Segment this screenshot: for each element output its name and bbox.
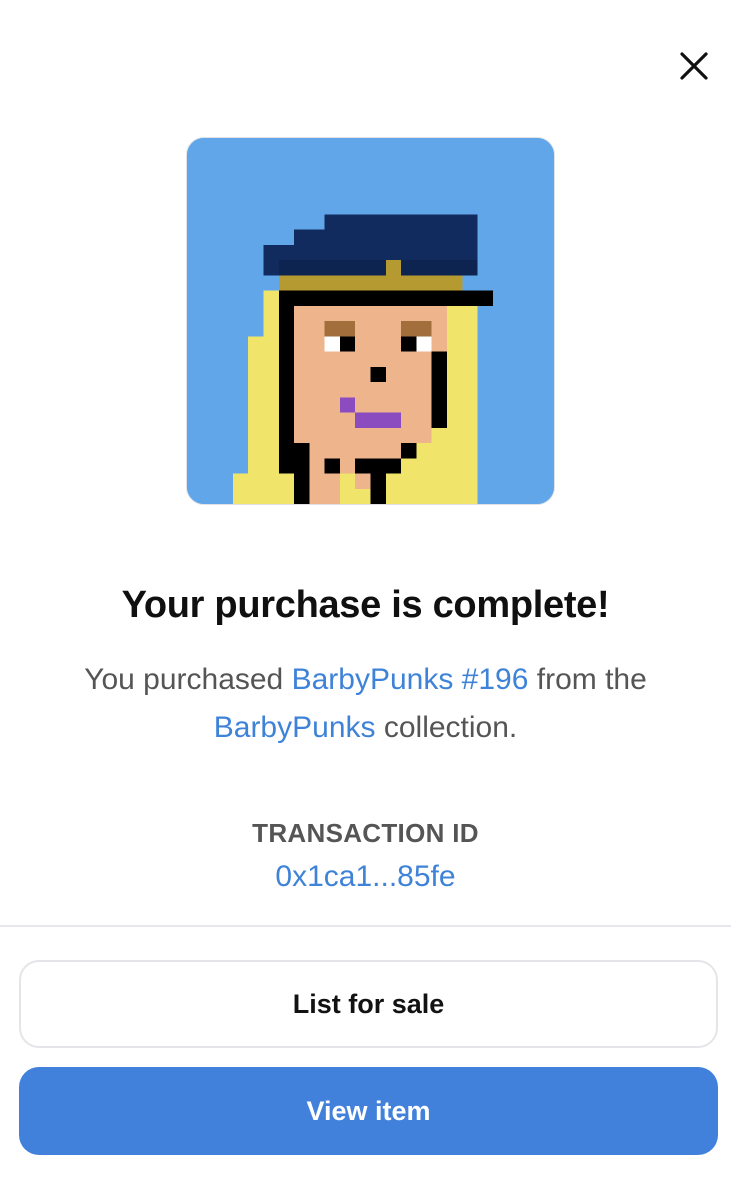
list-for-sale-label: List for sale (292, 988, 445, 1019)
collection-link[interactable]: BarbyPunks (214, 711, 376, 744)
item-link[interactable]: BarbyPunks #196 (292, 663, 529, 696)
description-middle: from the (536, 663, 647, 696)
divider (0, 925, 731, 927)
list-for-sale-button[interactable]: List for sale (19, 960, 718, 1048)
description-prefix: You purchased (84, 663, 284, 696)
view-item-label: View item (306, 1095, 431, 1126)
purchase-complete-title: Your purchase is complete! (121, 584, 610, 626)
transaction-id-label: TRANSACTION ID (252, 818, 479, 848)
description-suffix: collection. (383, 711, 518, 744)
close-button[interactable] (672, 44, 716, 88)
purchase-description: You purchased BarbyPunks #196 from the B… (40, 656, 691, 752)
nft-image (186, 137, 555, 505)
view-item-button[interactable]: View item (19, 1067, 718, 1155)
pixel-punk-avatar (187, 138, 554, 504)
transaction-id-link[interactable]: 0x1ca1...85fe (0, 860, 731, 894)
close-icon (680, 52, 708, 80)
